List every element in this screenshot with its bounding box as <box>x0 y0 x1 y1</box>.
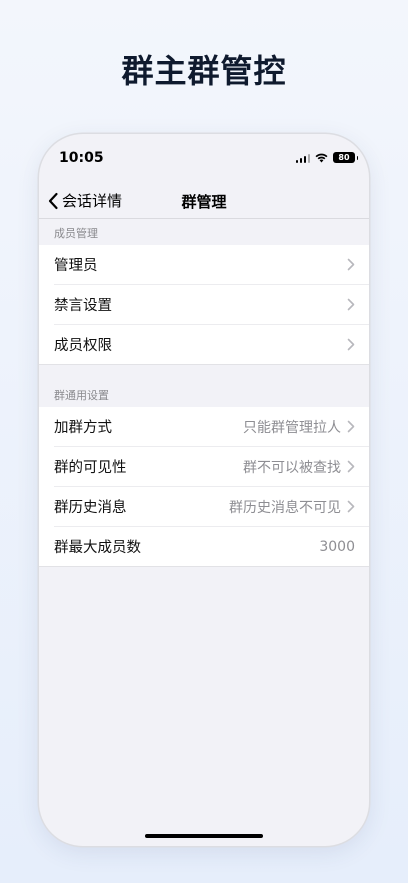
status-icons: 80 <box>295 152 358 163</box>
row-history-messages[interactable]: 群历史消息 群历史消息不可见 <box>54 487 369 527</box>
chevron-right-icon <box>347 338 355 351</box>
section-header-general: 群通用设置 <box>54 389 109 402</box>
row-label: 禁言设置 <box>54 298 112 314</box>
row-value: 3000 <box>319 538 355 555</box>
home-indicator[interactable] <box>145 834 263 838</box>
page-heading: 群主群管控 <box>121 52 287 90</box>
row-label: 群历史消息 <box>54 500 127 516</box>
nav-bar: 会话详情 群管理 <box>39 184 369 219</box>
back-button[interactable]: 会话详情 <box>47 190 122 211</box>
chevron-right-icon <box>347 258 355 271</box>
section-header-member: 成员管理 <box>54 227 98 240</box>
row-member-permissions[interactable]: 成员权限 <box>54 325 369 364</box>
chevron-right-icon <box>347 420 355 433</box>
wifi-icon <box>315 153 328 162</box>
row-value: 群不可以被查找 <box>243 459 341 476</box>
phone-frame: 10:05 80 会话详情 群管理 成员管理 管理员 禁言设置 成员权限 群通用… <box>39 134 369 846</box>
row-label: 成员权限 <box>54 338 112 354</box>
status-time: 10:05 <box>59 150 104 166</box>
group-member-management: 管理员 禁言设置 成员权限 <box>39 245 369 365</box>
row-label: 管理员 <box>54 258 98 274</box>
chevron-right-icon <box>347 460 355 473</box>
chevron-right-icon <box>347 500 355 513</box>
back-label: 会话详情 <box>62 192 123 210</box>
status-bar: 10:05 80 <box>39 134 369 184</box>
signal-icon <box>295 153 310 163</box>
row-mute-settings[interactable]: 禁言设置 <box>54 285 369 325</box>
row-value: 群历史消息不可见 <box>229 499 341 516</box>
row-label: 群最大成员数 <box>54 540 141 556</box>
row-admins[interactable]: 管理员 <box>54 245 369 285</box>
row-value: 只能群管理拉人 <box>243 419 341 436</box>
row-group-visibility[interactable]: 群的可见性 群不可以被查找 <box>54 447 369 487</box>
row-max-members: 群最大成员数 3000 <box>54 527 369 566</box>
battery-icon: 80 <box>333 152 358 163</box>
group-general-settings: 加群方式 只能群管理拉人 群的可见性 群不可以被查找 群历史消息 群历史消息不可… <box>39 407 369 567</box>
row-label: 群的可见性 <box>54 460 127 476</box>
row-join-method[interactable]: 加群方式 只能群管理拉人 <box>54 407 369 447</box>
row-label: 加群方式 <box>54 420 112 436</box>
chevron-left-icon <box>48 192 58 209</box>
chevron-right-icon <box>347 298 355 311</box>
